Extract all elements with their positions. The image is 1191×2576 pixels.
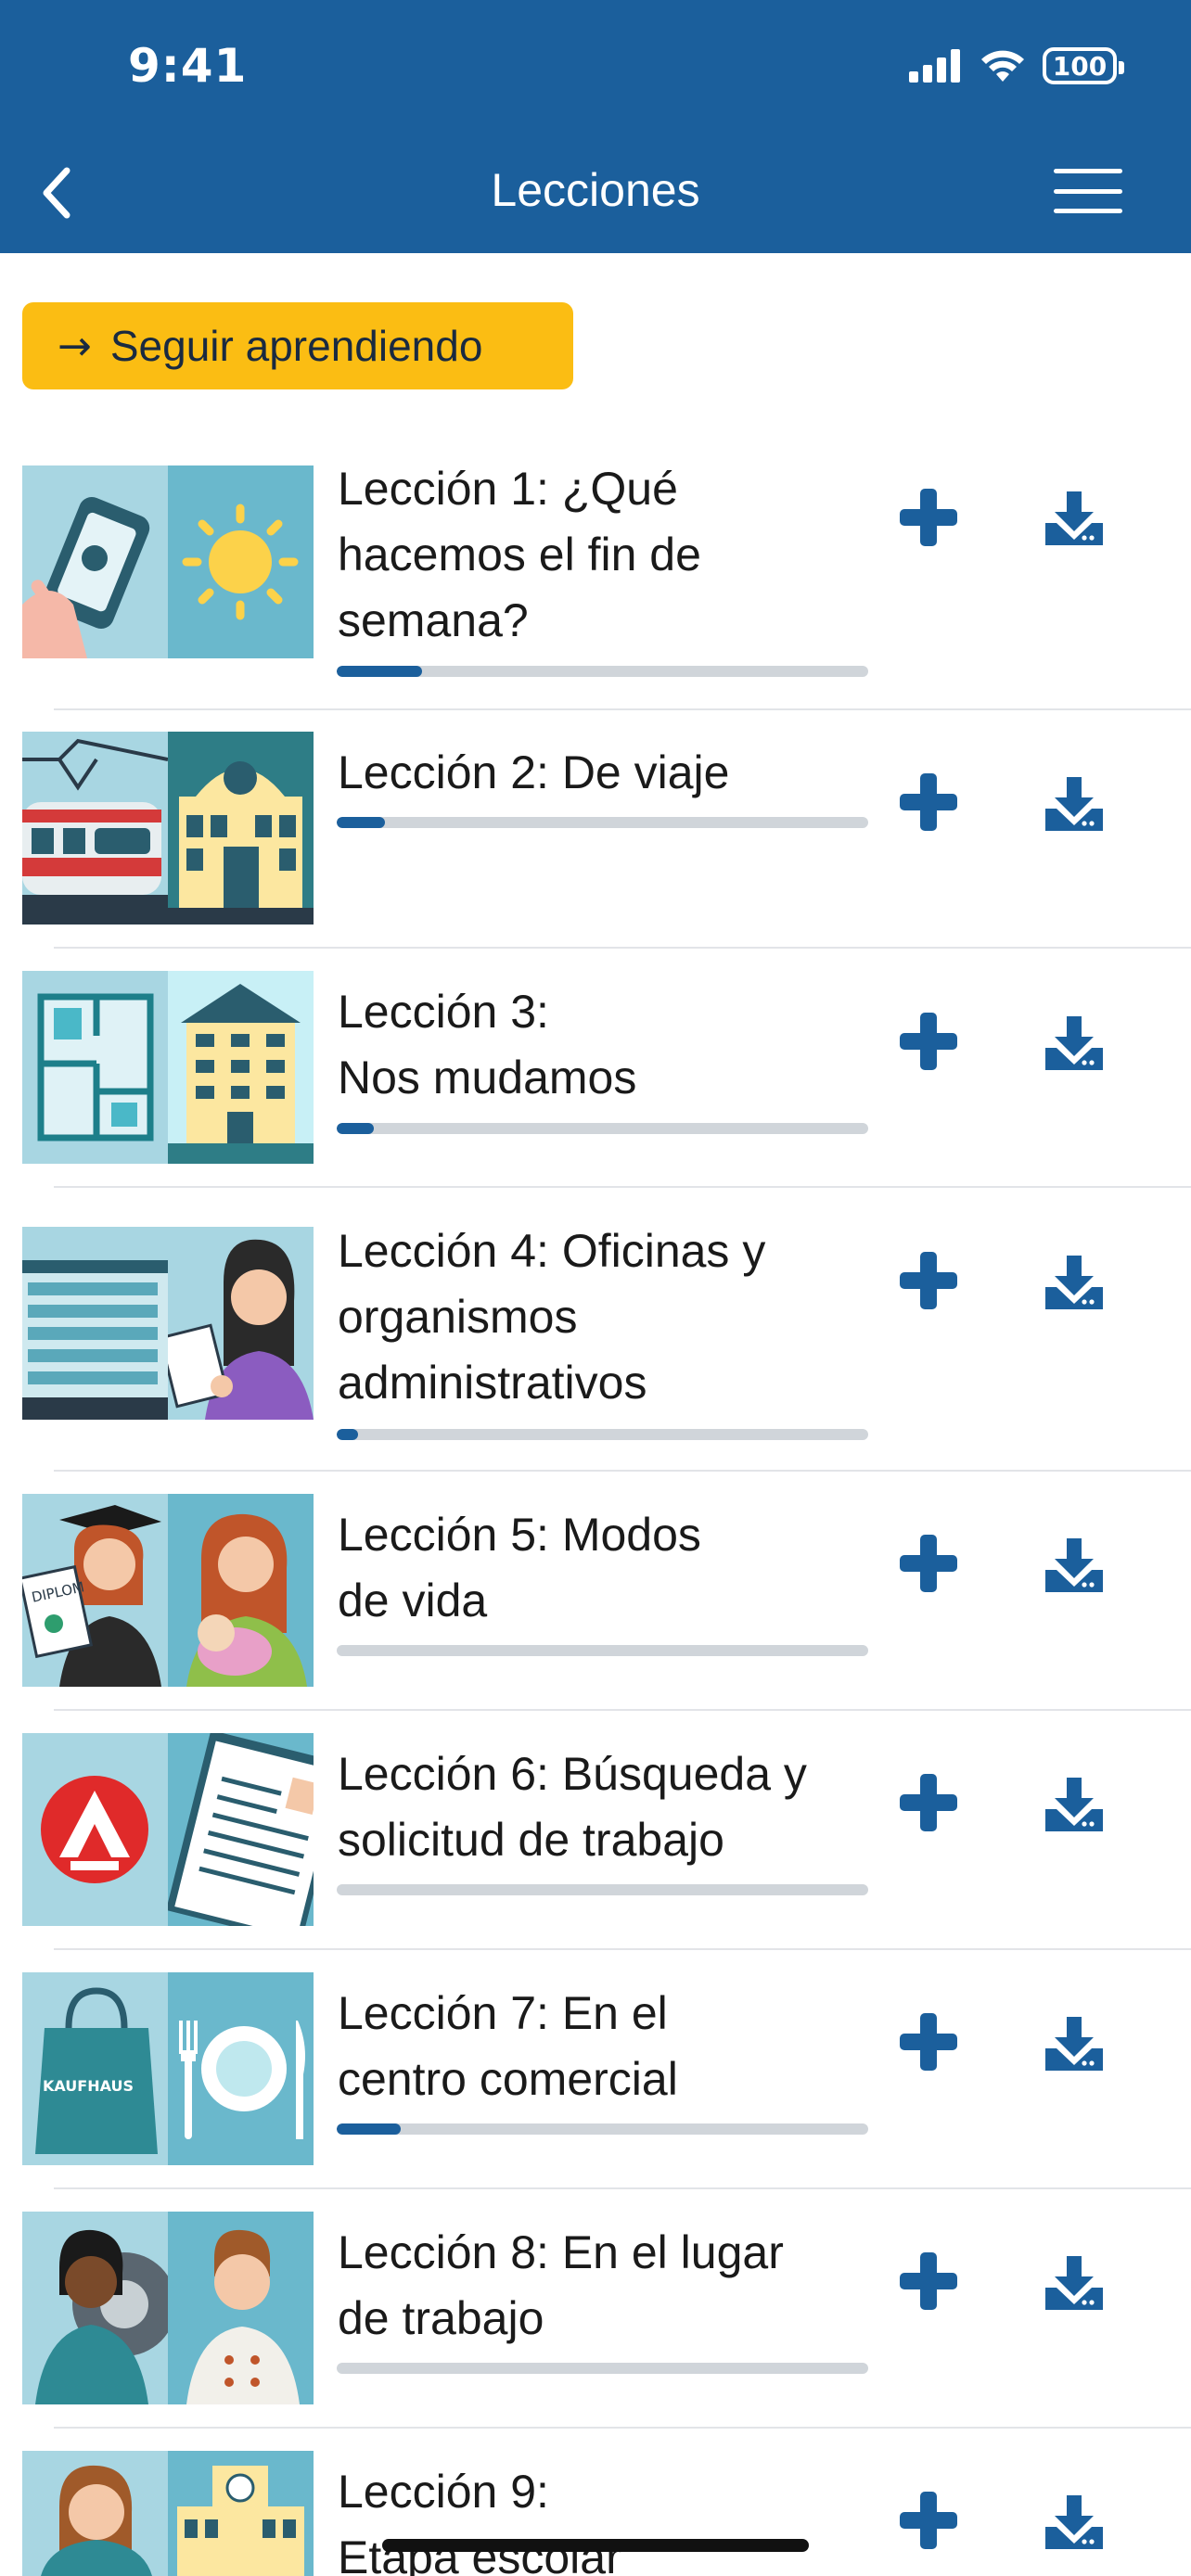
- lesson-progress-bar: [337, 1645, 868, 1656]
- add-plus-icon[interactable]: [896, 1009, 961, 1074]
- row-divider: [54, 947, 1191, 949]
- lesson-title: Lección 6: Búsqueda y solicitud de traba…: [338, 1748, 807, 1866]
- wifi-icon: [981, 50, 1024, 82]
- school-building-illustration: [168, 2451, 314, 2576]
- download-icon[interactable]: [1044, 2015, 1105, 2072]
- app-header: 9:41 100 Lecciones: [0, 0, 1191, 253]
- cellular-signal-icon: [909, 49, 960, 83]
- add-plus-icon[interactable]: [896, 1248, 961, 1313]
- lesson-thumbnail: [22, 732, 314, 925]
- lesson-title: Lección 4: Oficinas y organismos adminis…: [338, 1225, 766, 1409]
- sun-illustration: [168, 465, 314, 658]
- download-icon[interactable]: [1044, 1254, 1105, 1311]
- row-divider: [54, 2427, 1191, 2429]
- employment-agency-logo-illustration: [22, 1733, 168, 1926]
- download-icon[interactable]: [1044, 1537, 1105, 1594]
- continue-learning-label: Seguir aprendiendo: [109, 322, 483, 370]
- woman-with-document-illustration: [168, 1227, 314, 1420]
- lesson-progress-fill: [337, 817, 385, 828]
- lesson-title: Lección 9: Etapa escolar: [338, 2466, 621, 2576]
- shopping-bag-label: KAUFHAUS: [43, 2077, 134, 2095]
- train-illustration: [22, 732, 168, 925]
- row-divider: [54, 1948, 1191, 1950]
- lesson-progress-fill: [337, 666, 422, 677]
- lesson-thumbnail: [22, 971, 314, 1164]
- hamburger-line: [1054, 209, 1122, 213]
- add-plus-icon[interactable]: [896, 2488, 961, 2553]
- row-divider: [54, 2187, 1191, 2189]
- floorplan-illustration: [22, 971, 168, 1164]
- download-icon[interactable]: [1044, 490, 1105, 547]
- lesson-thumbnail: KAUFHAUS: [22, 1972, 314, 2165]
- add-plus-icon[interactable]: [896, 770, 961, 835]
- lesson-thumbnail: [22, 465, 314, 658]
- row-divider: [54, 1186, 1191, 1188]
- resume-document-illustration: [168, 1733, 314, 1926]
- hamburger-line: [1054, 169, 1122, 173]
- status-time: 9:41: [128, 39, 248, 93]
- lesson-title: Lección 8: En el lugar de trabajo: [338, 2226, 784, 2344]
- shopping-bag-illustration: KAUFHAUS: [22, 1972, 168, 2165]
- lesson-progress-bar: [337, 817, 868, 828]
- arrow-right-icon: →: [58, 322, 92, 370]
- university-illustration: [168, 732, 314, 925]
- status-icons: 100: [909, 45, 1124, 87]
- download-icon[interactable]: [1044, 2254, 1105, 2312]
- apartment-building-illustration: [168, 971, 314, 1164]
- lesson-progress-fill: [337, 1123, 375, 1134]
- hamburger-line: [1054, 188, 1122, 194]
- lesson-progress-fill: [337, 1429, 358, 1440]
- download-icon[interactable]: [1044, 1776, 1105, 1833]
- lesson-progress-bar: [337, 2363, 868, 2374]
- lesson-title: Lección 7: En el centro comercial: [338, 1987, 678, 2105]
- chef-illustration: [168, 2212, 314, 2404]
- plate-and-cutlery-illustration: [168, 1972, 314, 2165]
- phone-illustration: [22, 465, 168, 658]
- lesson-title: Lección 5: Modos de vida: [338, 1509, 701, 1626]
- lesson-progress-bar: [337, 1429, 868, 1440]
- home-indicator[interactable]: [382, 2539, 809, 2552]
- add-plus-icon[interactable]: [896, 2249, 961, 2314]
- lesson-thumbnail: [22, 2451, 314, 2576]
- lesson-progress-bar: [337, 2123, 868, 2135]
- menu-button[interactable]: [1048, 163, 1128, 219]
- add-plus-icon[interactable]: [896, 1531, 961, 1596]
- add-plus-icon[interactable]: [896, 1770, 961, 1835]
- row-divider: [54, 708, 1191, 710]
- office-building-illustration: [22, 1227, 168, 1420]
- lesson-thumbnail: [22, 1733, 314, 1926]
- battery-icon: 100: [1043, 47, 1124, 84]
- mother-with-baby-illustration: [168, 1494, 314, 1687]
- row-divider: [54, 1470, 1191, 1472]
- lesson-progress-fill: [337, 2123, 401, 2135]
- battery-level: 100: [1052, 50, 1108, 82]
- lesson-title: Lección 2: De viaje: [338, 746, 730, 798]
- page-title: Lecciones: [491, 164, 700, 216]
- lesson-title: Lección 1: ¿Qué hacemos el fin de semana…: [338, 463, 701, 646]
- row-divider: [54, 1709, 1191, 1711]
- lesson-progress-bar: [337, 666, 868, 677]
- download-icon[interactable]: [1044, 1014, 1105, 1072]
- lesson-title: Lección 3: Nos mudamos: [338, 986, 637, 1103]
- continue-learning-button[interactable]: → Seguir aprendiendo: [22, 302, 573, 389]
- add-plus-icon[interactable]: [896, 485, 961, 550]
- download-icon[interactable]: [1044, 775, 1105, 833]
- lesson-thumbnail: [22, 2212, 314, 2404]
- lesson-progress-bar: [337, 1123, 868, 1134]
- student-illustration: [22, 2451, 168, 2576]
- lesson-thumbnail: DIPLOM: [22, 1494, 314, 1687]
- download-icon[interactable]: [1044, 2493, 1105, 2551]
- lesson-thumbnail: [22, 1227, 314, 1420]
- add-plus-icon[interactable]: [896, 2009, 961, 2074]
- lesson-progress-bar: [337, 1884, 868, 1895]
- graduate-illustration: DIPLOM: [22, 1494, 168, 1687]
- mechanic-illustration: [22, 2212, 168, 2404]
